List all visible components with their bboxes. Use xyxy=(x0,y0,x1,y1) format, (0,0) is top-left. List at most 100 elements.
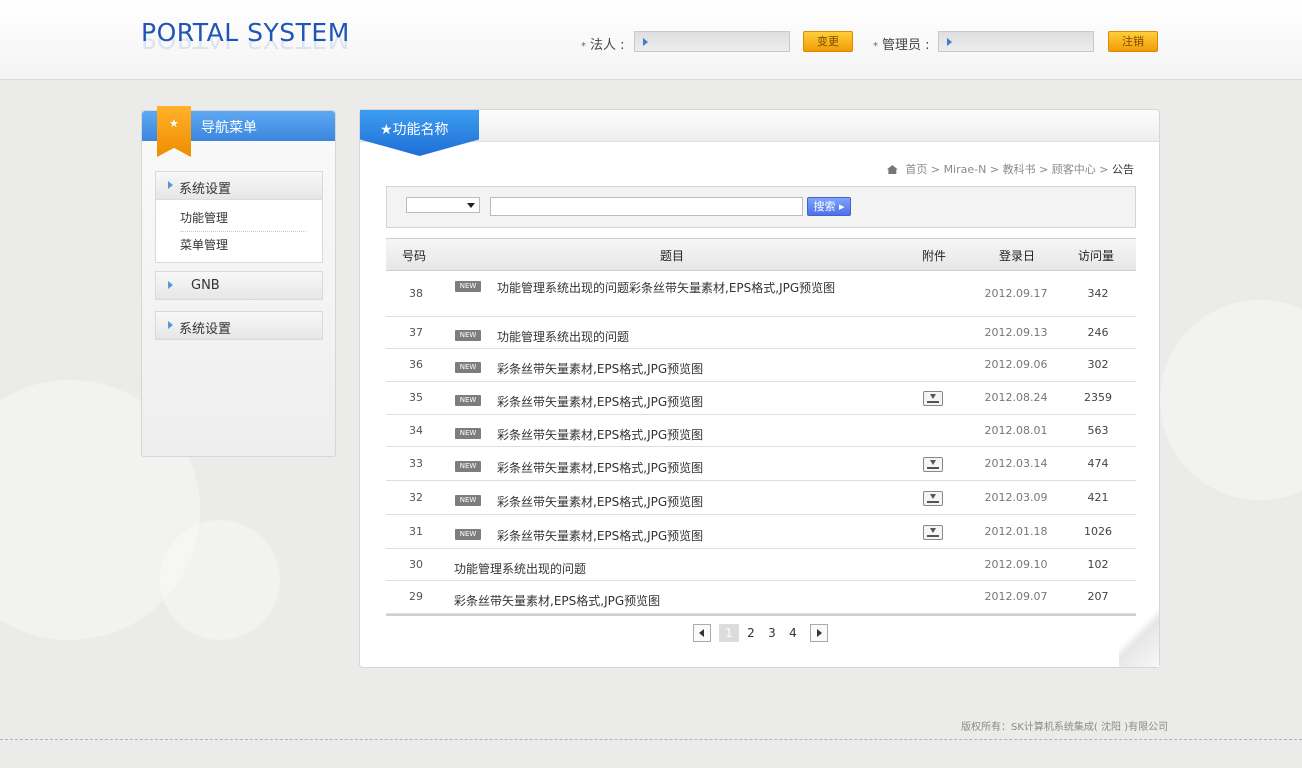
row-title-link[interactable]: 彩条丝带矢量素材,EPS格式,JPG预览图 xyxy=(497,527,703,544)
new-badge: NEW xyxy=(455,495,481,506)
table-row[interactable]: 33 NEW 彩条丝带矢量素材,EPS格式,JPG预览图 2012.03.14 474 xyxy=(386,447,1136,481)
row-views: 1026 xyxy=(1084,525,1112,538)
row-title-link[interactable]: 彩条丝带矢量素材,EPS格式,JPG预览图 xyxy=(497,360,703,377)
search-input[interactable] xyxy=(490,197,803,216)
table-row[interactable]: 29 彩条丝带矢量素材,EPS格式,JPG预览图 2012.09.07 207 xyxy=(386,581,1136,614)
search-type-select[interactable] xyxy=(406,197,480,213)
row-number: 32 xyxy=(409,491,423,504)
download-icon[interactable] xyxy=(923,525,943,540)
row-views: 563 xyxy=(1087,424,1109,437)
breadcrumb-item[interactable]: 教科书 xyxy=(1003,163,1036,176)
notice-table: 号码 题目 附件 登录日 访问量 38 NEW 功能管理系统出现的问题彩条丝带矢量素… xyxy=(386,238,1136,616)
page-1[interactable]: 1 xyxy=(719,624,739,642)
table-row[interactable]: 32 NEW 彩条丝带矢量素材,EPS格式,JPG预览图 2012.03.09 421 xyxy=(386,481,1136,515)
row-title-link[interactable]: 彩条丝带矢量素材,EPS格式,JPG预览图 xyxy=(497,393,703,410)
logout-button[interactable]: 注销 xyxy=(1108,31,1158,52)
new-badge: NEW xyxy=(455,395,481,406)
next-page-icon[interactable] xyxy=(810,624,828,642)
panel-topbar xyxy=(360,110,1159,142)
row-date: 2012.09.10 xyxy=(984,558,1048,571)
new-badge: NEW xyxy=(455,362,481,373)
col-number: 号码 xyxy=(402,249,427,263)
page-2[interactable]: 2 xyxy=(741,624,761,642)
new-badge: NEW xyxy=(455,428,481,439)
row-views: 342 xyxy=(1087,287,1109,300)
row-views: 246 xyxy=(1087,326,1109,339)
page-4[interactable]: 4 xyxy=(783,624,803,642)
row-number: 30 xyxy=(409,558,423,571)
row-title-link[interactable]: 彩条丝带矢量素材,EPS格式,JPG预览图 xyxy=(497,426,703,443)
row-title-link[interactable]: 彩条丝带矢量素材,EPS格式,JPG预览图 xyxy=(497,493,703,510)
row-date: 2012.03.14 xyxy=(984,457,1048,470)
footer-divider xyxy=(0,739,1302,740)
table-header: 号码 题目 附件 登录日 访问量 xyxy=(386,238,1136,271)
download-icon[interactable] xyxy=(923,457,943,472)
admin-field[interactable] xyxy=(938,31,1094,52)
admin-label: * 管理员 : xyxy=(873,38,930,53)
sidebar-title: 导航菜单 xyxy=(201,120,257,136)
legal-entity-field[interactable] xyxy=(634,31,790,52)
row-views: 302 xyxy=(1087,358,1109,371)
dropdown-arrow-icon xyxy=(467,203,475,208)
row-date: 2012.01.18 xyxy=(984,525,1048,538)
logo-reflection: PORTAL SYSTEM xyxy=(141,38,350,54)
menu-head-system-settings[interactable]: 系统设置 xyxy=(156,172,322,200)
breadcrumb: 首页 > Mirae-N > 教科书 > 顾客中心 > 公告 xyxy=(886,161,1134,177)
download-icon[interactable] xyxy=(923,491,943,506)
table-row[interactable]: 38 NEW 功能管理系统出现的问题彩条丝带矢量素材,EPS格式,JPG预览图 201… xyxy=(386,271,1136,317)
new-badge: NEW xyxy=(455,461,481,472)
menu-item-menu-management[interactable]: 菜单管理 xyxy=(180,231,306,258)
chevron-right-icon xyxy=(168,181,173,189)
top-header: PORTAL SYSTEM PORTAL SYSTEM * 法人 : 变更 * 管理… xyxy=(0,0,1302,80)
legal-entity-label: * 法人 : xyxy=(581,38,625,53)
page-3[interactable]: 3 xyxy=(762,624,782,642)
chevron-right-icon xyxy=(168,321,173,329)
row-number: 38 xyxy=(409,287,423,300)
table-bottom-border xyxy=(386,614,1136,616)
table-row[interactable]: 30 功能管理系统出现的问题 2012.09.10 102 xyxy=(386,549,1136,581)
ribbon-star-icon: ★ xyxy=(157,106,191,157)
chevron-right-icon xyxy=(168,281,173,289)
home-icon xyxy=(886,165,898,174)
breadcrumb-item[interactable]: 顾客中心 xyxy=(1052,163,1096,176)
breadcrumb-item[interactable]: Mirae-N xyxy=(944,163,987,176)
row-views: 207 xyxy=(1087,590,1109,603)
table-row[interactable]: 31 NEW 彩条丝带矢量素材,EPS格式,JPG预览图 2012.01.18 1026 xyxy=(386,515,1136,549)
row-date: 2012.08.01 xyxy=(984,424,1048,437)
table-body: 38 NEW 功能管理系统出现的问题彩条丝带矢量素材,EPS格式,JPG预览图 201… xyxy=(386,271,1136,614)
row-number: 35 xyxy=(409,391,423,404)
row-date: 2012.09.07 xyxy=(984,590,1048,603)
menu-item-function-management[interactable]: 功能管理 xyxy=(180,205,306,231)
row-date: 2012.09.13 xyxy=(984,326,1048,339)
menu-group-system-settings-2: 系统设置 xyxy=(155,311,323,340)
change-button[interactable]: 变更 xyxy=(803,31,853,52)
row-title-link[interactable]: 彩条丝带矢量素材,EPS格式,JPG预览图 xyxy=(454,592,660,609)
row-title-link[interactable]: 功能管理系统出现的问题 xyxy=(497,328,629,345)
function-name-tab: ★功能名称 xyxy=(360,110,479,156)
row-date: 2012.03.09 xyxy=(984,491,1048,504)
menu-head-system-settings-2[interactable]: 系统设置 xyxy=(156,312,322,339)
row-date: 2012.09.06 xyxy=(984,358,1048,371)
breadcrumb-item[interactable]: 首页 xyxy=(905,163,927,176)
row-title-link[interactable]: 功能管理系统出现的问题彩条丝带矢量素材,EPS格式,JPG预览图 xyxy=(497,279,835,296)
prev-page-icon[interactable] xyxy=(693,624,711,642)
table-row[interactable]: 37 NEW 功能管理系统出现的问题 2012.09.13 246 xyxy=(386,317,1136,349)
table-row[interactable]: 36 NEW 彩条丝带矢量素材,EPS格式,JPG预览图 2012.09.06 302 xyxy=(386,349,1136,382)
menu-head-gnb[interactable]: GNB xyxy=(156,272,322,299)
row-number: 33 xyxy=(409,457,423,470)
col-title: 题目 xyxy=(660,249,685,263)
row-number: 29 xyxy=(409,590,423,603)
row-title-link[interactable]: 彩条丝带矢量素材,EPS格式,JPG预览图 xyxy=(497,459,703,476)
menu-group-gnb: GNB xyxy=(155,271,323,300)
search-button[interactable]: 搜索 ▸ xyxy=(807,197,851,216)
breadcrumb-current: 公告 xyxy=(1112,163,1134,176)
download-icon[interactable] xyxy=(923,391,943,406)
row-title-link[interactable]: 功能管理系统出现的问题 xyxy=(454,560,586,577)
row-views: 102 xyxy=(1087,558,1109,571)
tab-title: ★功能名称 xyxy=(380,122,449,138)
background-decoration xyxy=(160,520,280,640)
row-number: 36 xyxy=(409,358,423,371)
arrow-icon xyxy=(947,38,952,46)
table-row[interactable]: 35 NEW 彩条丝带矢量素材,EPS格式,JPG预览图 2012.08.24 2359 xyxy=(386,382,1136,415)
table-row[interactable]: 34 NEW 彩条丝带矢量素材,EPS格式,JPG预览图 2012.08.01 563 xyxy=(386,415,1136,447)
